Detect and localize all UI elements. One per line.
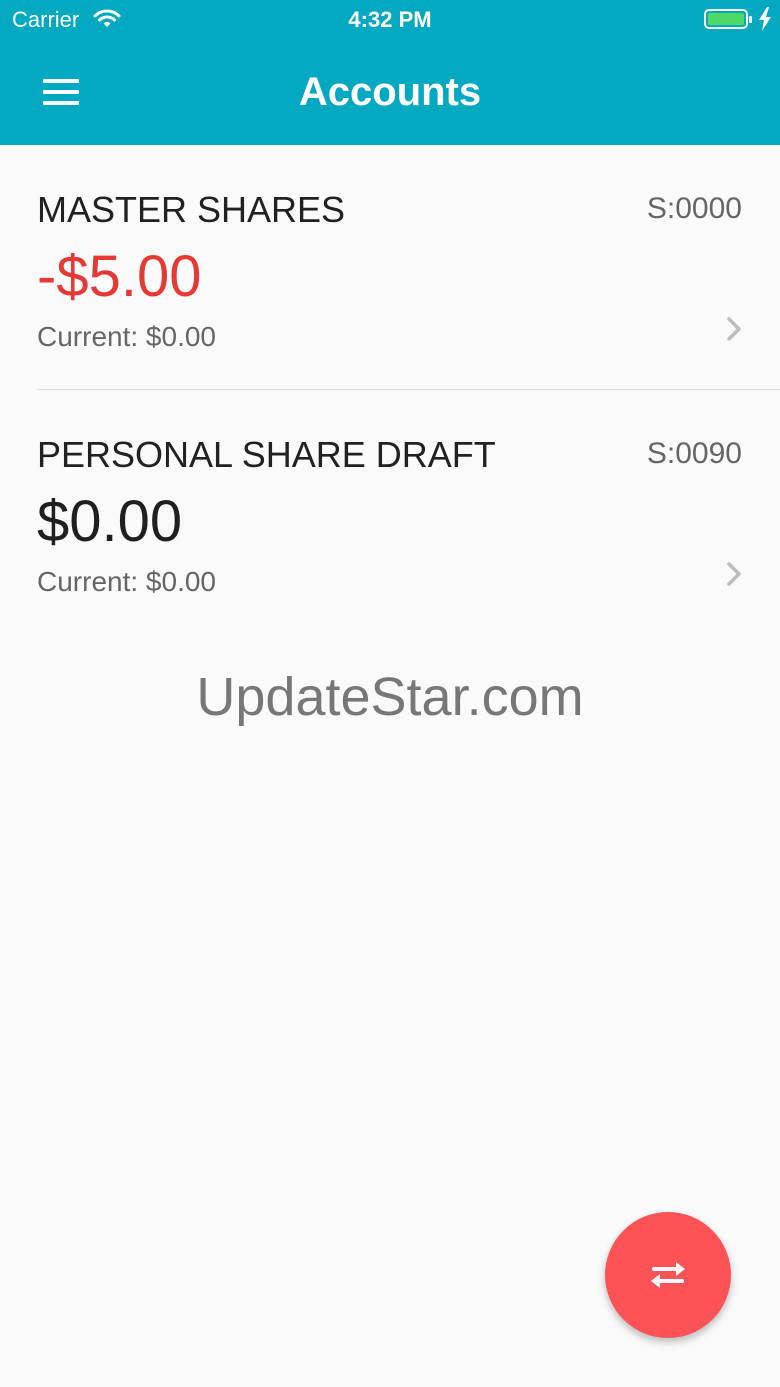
- account-name: PERSONAL SHARE DRAFT: [37, 434, 496, 475]
- account-row-master-shares[interactable]: MASTER SHARES S:0000 -$5.00 Current: $0.…: [0, 145, 780, 390]
- page-title: Accounts: [298, 70, 482, 114]
- current-balance: Current: $0.00: [37, 321, 216, 352]
- charging-bolt-icon: [758, 7, 772, 36]
- chevron-right-icon: [724, 560, 744, 595]
- current-balance: Current: $0.00: [37, 566, 216, 597]
- account-balance: $0.00: [37, 489, 183, 554]
- app-header: Carrier 4:32 PM Accounts: [0, 0, 780, 145]
- account-name: MASTER SHARES: [37, 189, 346, 230]
- account-balance: -$5.00: [37, 244, 202, 309]
- status-time: 4:32 PM: [348, 7, 432, 32]
- swap-arrows-icon: [651, 1262, 685, 1288]
- account-number: S:0000: [646, 192, 742, 225]
- chevron-right-icon: [724, 315, 744, 350]
- account-row-personal-share-draft[interactable]: PERSONAL SHARE DRAFT S:0090 $0.00 Curren…: [0, 390, 780, 635]
- status-bar: Carrier 4:32 PM: [0, 0, 780, 40]
- watermark: UpdateStar.com: [196, 667, 584, 727]
- transfer-button[interactable]: [605, 1212, 731, 1338]
- account-number: S:0090: [646, 437, 742, 470]
- battery-icon: [704, 9, 754, 36]
